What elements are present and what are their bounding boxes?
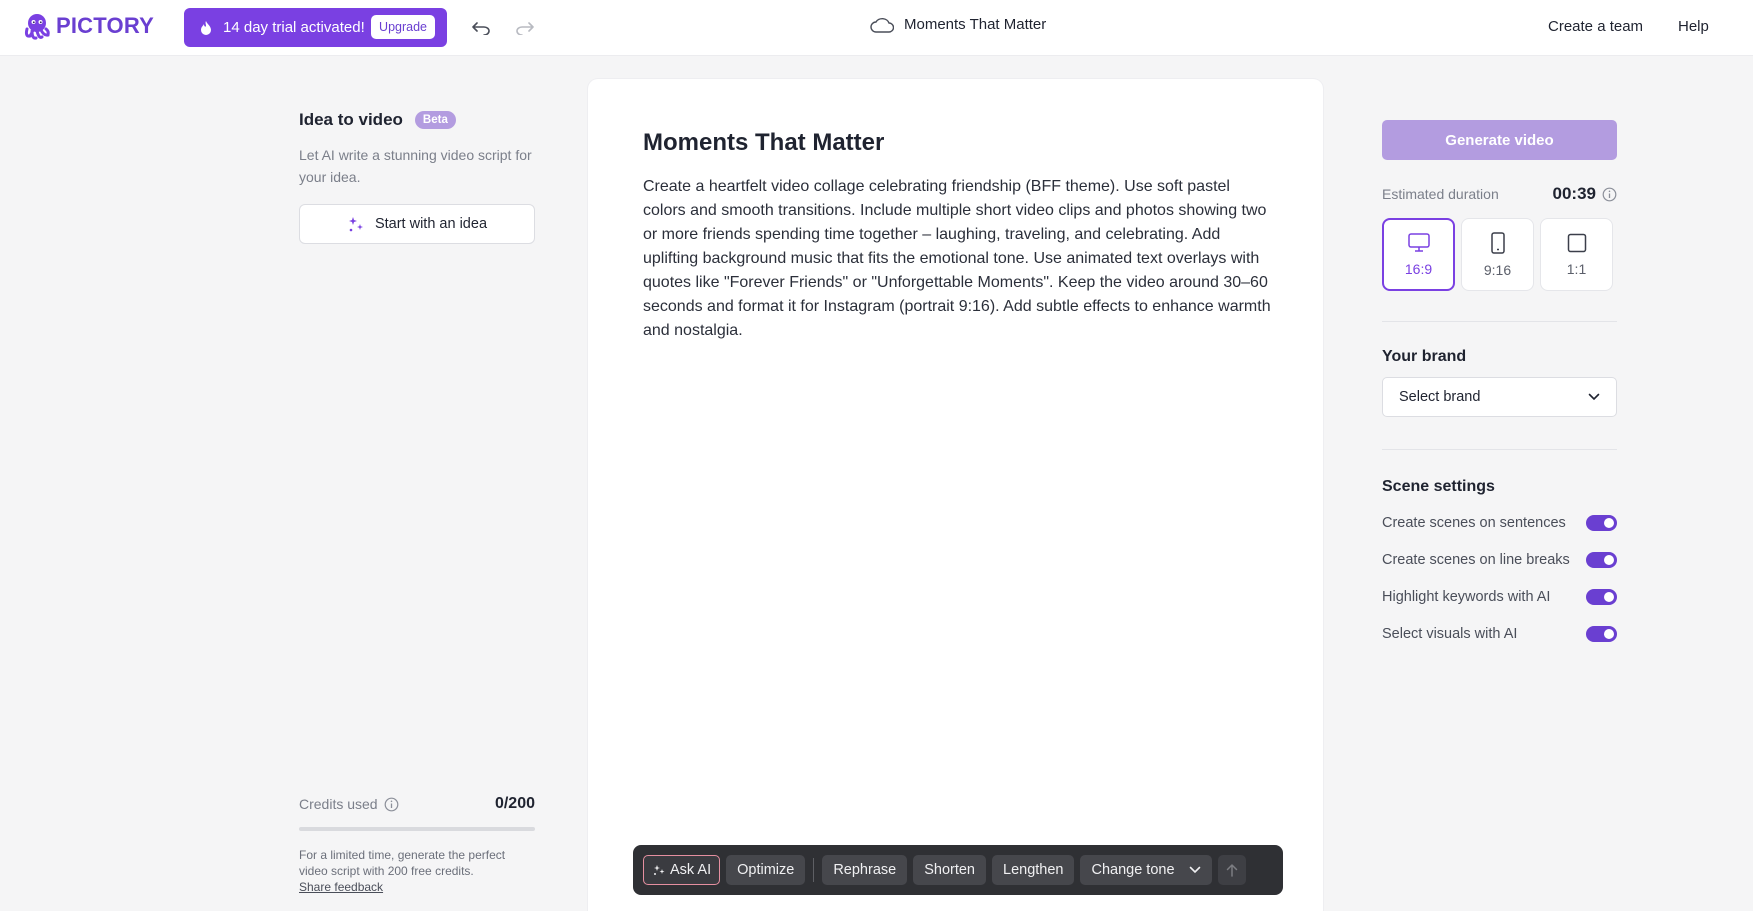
ratio-16-9[interactable]: 16:9: [1382, 218, 1455, 291]
toggle-switch[interactable]: [1586, 588, 1617, 605]
credits-progress-bar: [299, 827, 535, 831]
upgrade-button[interactable]: Upgrade: [371, 15, 435, 39]
setting-label: Create scenes on line breaks: [1382, 551, 1570, 568]
undo-icon[interactable]: [467, 14, 495, 42]
setting-select-visuals: Select visuals with AI: [1382, 615, 1617, 652]
rephrase-button[interactable]: Rephrase: [822, 855, 908, 885]
generate-video-button[interactable]: Generate video: [1382, 120, 1617, 160]
start-with-idea-button[interactable]: Start with an idea: [299, 204, 535, 244]
share-feedback-link[interactable]: Share feedback: [299, 880, 383, 894]
change-tone-dropdown[interactable]: Change tone: [1080, 855, 1212, 885]
toolbar-divider: [813, 858, 815, 882]
change-tone-label: Change tone: [1091, 862, 1175, 878]
create-team-link[interactable]: Create a team: [1548, 18, 1643, 35]
aspect-ratio-selector: 16:9 9:16 1:1: [1382, 218, 1617, 291]
ratio-label: 9:16: [1483, 261, 1512, 278]
setting-label: Create scenes on sentences: [1382, 514, 1566, 531]
setting-label: Highlight keywords with AI: [1382, 588, 1551, 605]
top-header: PICTORY 14 day trial activated! Upgrade …: [0, 0, 1753, 56]
phone-icon: [1490, 231, 1505, 254]
idea-description: Let AI write a stunning video script for…: [299, 147, 532, 185]
cloud-icon: [870, 17, 894, 33]
trial-banner: 14 day trial activated! Upgrade: [184, 8, 447, 47]
estimated-duration: Estimated duration 00:39: [1382, 184, 1617, 204]
ratio-9-16[interactable]: 9:16: [1461, 218, 1534, 291]
chevron-down-icon: [1189, 866, 1200, 874]
scene-settings-list: Create scenes on sentences Create scenes…: [1382, 504, 1617, 652]
brand-select[interactable]: Select brand: [1382, 377, 1617, 417]
monitor-icon: [1407, 232, 1430, 252]
scene-settings-title: Scene settings: [1382, 478, 1495, 495]
octopus-logo-icon: [24, 14, 50, 40]
start-with-idea-label: Start with an idea: [374, 216, 488, 232]
credits-note: For a limited time, generate the perfect…: [299, 847, 535, 895]
credits-value: 0/200: [494, 795, 535, 812]
credits-label: Credits used: [299, 796, 378, 812]
trial-text: 14 day trial activated!: [223, 19, 365, 36]
optimize-button[interactable]: Optimize: [726, 855, 806, 885]
script-body[interactable]: Create a heartfelt video collage celebra…: [643, 175, 1273, 343]
idea-title: Idea to video: [299, 110, 403, 129]
credits-note-text: For a limited time, generate the perfect…: [299, 848, 506, 878]
chevron-down-icon: [1588, 393, 1600, 401]
credits-label-wrap: Credits used: [299, 796, 399, 812]
toggle-switch[interactable]: [1586, 551, 1617, 568]
square-icon: [1567, 233, 1586, 252]
pictory-logo[interactable]: PICTORY: [22, 11, 154, 41]
ratio-1-1[interactable]: 1:1: [1540, 218, 1613, 291]
script-editor[interactable]: Moments That Matter Create a heartfelt v…: [588, 79, 1323, 911]
help-link[interactable]: Help: [1678, 18, 1709, 35]
logo-text: PICTORY: [56, 13, 154, 38]
send-button[interactable]: [1217, 855, 1246, 885]
sparkle-icon: [654, 865, 665, 875]
duration-label: Estimated duration: [1382, 186, 1499, 202]
brand-select-value: Select brand: [1399, 389, 1481, 405]
document-title-area[interactable]: Moments That Matter: [870, 16, 1046, 33]
toggle-switch[interactable]: [1586, 514, 1617, 531]
ask-ai-button[interactable]: Ask AI: [643, 855, 721, 885]
toggle-switch[interactable]: [1586, 625, 1617, 642]
document-title: Moments That Matter: [904, 16, 1047, 33]
shorten-button[interactable]: Shorten: [913, 855, 986, 885]
lengthen-button[interactable]: Lengthen: [992, 855, 1075, 885]
info-icon[interactable]: [384, 797, 399, 812]
idea-to-video-panel: Idea to video Beta Let AI write a stunni…: [299, 110, 535, 244]
redo-icon[interactable]: [511, 14, 539, 42]
credits-section: Credits used 0/200 For a limited time, g…: [299, 795, 535, 895]
ask-ai-label: Ask AI: [670, 862, 712, 878]
setting-scenes-on-sentences: Create scenes on sentences: [1382, 504, 1617, 541]
arrow-up-icon: [1226, 863, 1237, 877]
ratio-label: 1:1: [1566, 260, 1587, 277]
setting-highlight-keywords: Highlight keywords with AI: [1382, 578, 1617, 615]
ai-toolbar: Ask AI Optimize Rephrase Shorten Lengthe…: [633, 845, 1283, 895]
setting-scenes-on-line-breaks: Create scenes on line breaks: [1382, 541, 1617, 578]
settings-panel: Generate video Estimated duration 00:39 …: [1382, 120, 1617, 652]
sparkle-icon: [348, 217, 363, 232]
duration-value-wrap: 00:39: [1553, 184, 1617, 204]
flame-icon: [197, 19, 215, 37]
script-title[interactable]: Moments That Matter: [643, 129, 884, 157]
divider: [1382, 321, 1617, 322]
brand-title: Your brand: [1382, 348, 1467, 365]
info-icon[interactable]: [1602, 187, 1617, 202]
divider: [1382, 449, 1617, 450]
setting-label: Select visuals with AI: [1382, 625, 1518, 642]
ratio-label: 16:9: [1404, 260, 1433, 277]
duration-value: 00:39: [1552, 184, 1596, 203]
beta-badge: Beta: [414, 111, 456, 129]
